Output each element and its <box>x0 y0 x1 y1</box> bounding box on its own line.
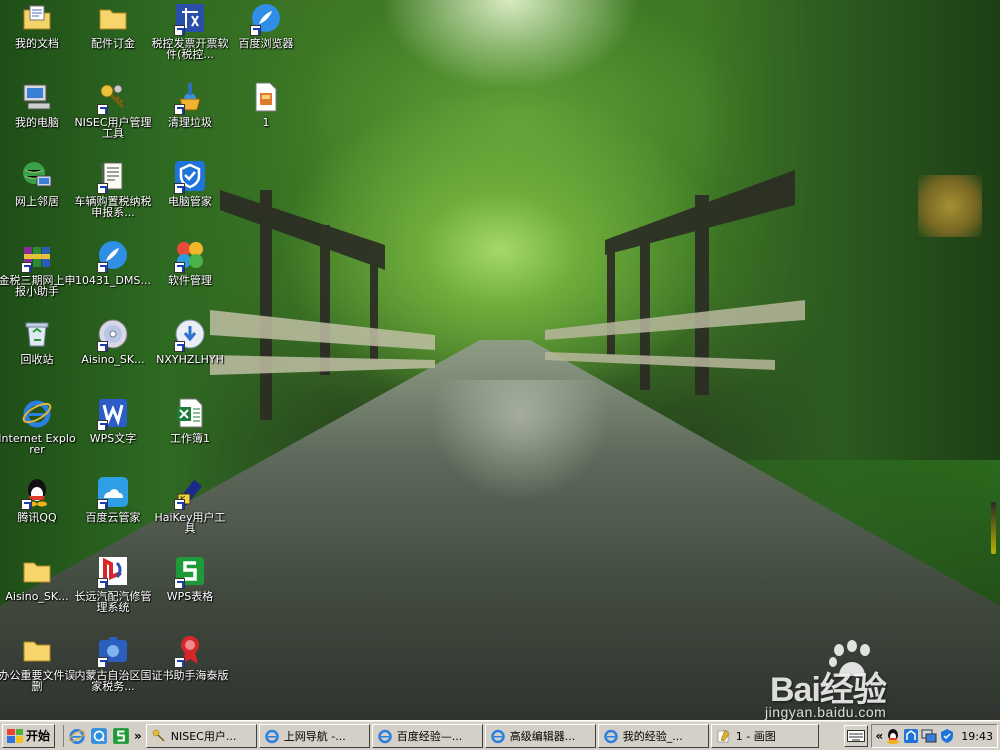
desktop-icon-pc-manager[interactable]: 电脑管家 <box>150 160 230 207</box>
ie-icon <box>21 397 53 429</box>
haikey-icon: K <box>174 476 206 510</box>
paint-icon <box>717 729 730 742</box>
clock[interactable]: 19:43 <box>961 730 993 743</box>
software-manager-icon <box>174 239 206 273</box>
certificate-icon <box>174 634 206 668</box>
watermark-url: jingyan.baidu.com <box>765 704 887 720</box>
notification-area: « 19:43 <box>870 724 998 748</box>
tax-invoice-icon <box>174 2 206 36</box>
desktop-icon-folder[interactable]: 配件订金 <box>73 2 153 49</box>
ie-icon[interactable] <box>68 727 86 745</box>
excel-icon <box>174 397 206 429</box>
tax-bureau-icon <box>97 634 129 668</box>
task-button-nisec[interactable]: NISEC用户... <box>145 723 257 748</box>
winrar-icon <box>21 239 53 273</box>
shield-tray-icon[interactable] <box>939 728 955 744</box>
task-button-paint[interactable]: 1 - 画图 <box>710 723 819 748</box>
desktop-icon-network[interactable]: 网上邻居 <box>0 160 77 207</box>
keys-icon <box>152 729 165 742</box>
compass-icon <box>97 239 129 273</box>
folder-icon <box>21 555 53 587</box>
desktop-icon-internet-explorer[interactable]: Internet Explorer <box>0 397 77 455</box>
desktop-icon-baidu-cloud[interactable]: 百度云管家 <box>73 476 153 523</box>
installer-icon <box>174 318 206 352</box>
network-icon <box>21 160 53 192</box>
task-button-baidu-jingyan[interactable]: 百度经验—... <box>371 723 483 748</box>
broom-icon <box>174 81 206 115</box>
recycle-bin-icon <box>21 318 53 350</box>
quick-launch-more[interactable]: » <box>134 729 142 743</box>
start-label: 开始 <box>26 729 51 743</box>
baidu-cloud-icon <box>97 476 129 510</box>
task-button-advanced-editor[interactable]: 高级编辑器... <box>484 723 596 748</box>
task-button-navigation[interactable]: 上网导航 -... <box>258 723 370 748</box>
desktop-icon-workbook[interactable]: 工作簿1 <box>150 397 230 444</box>
desktop-icon-clean-junk[interactable]: 清理垃圾 <box>150 81 230 128</box>
edge-scroll-indicator <box>991 502 996 554</box>
desktop-icon-baidu-browser[interactable]: 百度浏览器 <box>226 2 306 49</box>
windows-flag-icon <box>7 728 23 743</box>
desktop-icon-software-manager[interactable]: 软件管理 <box>150 239 230 286</box>
desktop-icon-qq[interactable]: 腾讯QQ <box>0 476 77 523</box>
desktop-icon-wps-writer[interactable]: WPS文字 <box>73 397 153 444</box>
bridge-railing-right <box>545 170 805 395</box>
desktop-icon-recycle-bin[interactable]: 回收站 <box>0 318 77 365</box>
desktop-icon-vehicle-tax[interactable]: 车辆购置税纳税申报系... <box>73 160 153 218</box>
desktop-icon-aisino[interactable]: Aisino_SK... <box>73 318 153 365</box>
keyboard-icon <box>846 730 865 742</box>
my-documents-icon <box>21 2 53 34</box>
desktop-icon-nisec-tool[interactable]: NISEC用户管理工具 <box>73 81 153 139</box>
desktop-icon-office-files[interactable]: 办公重要文件误删 <box>0 634 77 692</box>
wps-sheet-icon[interactable] <box>112 727 130 745</box>
start-button[interactable]: 开始 <box>2 723 56 748</box>
wps-writer-icon <box>97 397 129 431</box>
taskbar: 开始 » NISEC用户... 上网导航 -... 百度经验—... 高级编辑器… <box>0 720 1000 750</box>
ie-icon <box>491 729 505 743</box>
baidu-browser-icon <box>250 2 282 36</box>
keyboard-button[interactable] <box>843 725 868 747</box>
desktop-icon-haikey[interactable]: K HaiKey用户工具 <box>150 476 230 534</box>
folder-icon <box>97 2 129 34</box>
system-tray: « 19:43 <box>843 724 998 748</box>
desktop-icon-my-documents[interactable]: 我的文档 <box>0 2 77 49</box>
folder-icon <box>21 634 53 666</box>
desktop-icon-jinshui[interactable]: 金税三期网上申报小助手 <box>0 239 77 297</box>
desktop-icon-tax-invoice[interactable]: 税控发票开票软件(税控... <box>150 2 230 60</box>
task-list: NISEC用户... 上网导航 -... 百度经验—... 高级编辑器... 我… <box>145 723 821 748</box>
my-computer-icon <box>21 81 53 113</box>
ie-icon <box>378 729 392 743</box>
wps-sheet-icon <box>174 555 206 589</box>
desktop-icon-wps-sheet[interactable]: WPS表格 <box>150 555 230 602</box>
ie-icon <box>265 729 279 743</box>
keys-icon <box>97 81 129 115</box>
paint-file-icon <box>250 81 282 113</box>
quick-launch: » <box>63 724 142 747</box>
desktop-icon-file-1[interactable]: 1 <box>226 81 306 128</box>
qq-icon <box>21 476 53 510</box>
network-tray-icon[interactable] <box>903 728 919 744</box>
desktop-icon-dms[interactable]: 10431_DMS... <box>73 239 153 286</box>
task-button-my-experience[interactable]: 我的经验_... <box>597 723 709 748</box>
baidu-jingyan-watermark: Bai经验 jingyan.baidu.com <box>765 640 975 730</box>
desktop-icon-tax-bureau[interactable]: 内蒙古自治区国家税务... <box>73 634 153 692</box>
auto-parts-icon <box>97 555 129 589</box>
desktop-icon-my-computer[interactable]: 我的电脑 <box>0 81 77 128</box>
ie-icon <box>604 729 618 743</box>
desktop-icon-auto-parts[interactable]: 长远汽配汽修管理系统 <box>73 555 153 613</box>
qq-browser-icon[interactable] <box>90 727 108 745</box>
bridge-railing-left <box>210 190 435 420</box>
monitor-tray-icon[interactable] <box>921 728 937 744</box>
qq-tray-icon[interactable] <box>885 728 901 744</box>
desktop-icon-aisino-folder[interactable]: Aisino_SK... <box>0 555 77 602</box>
cd-icon <box>97 318 129 352</box>
desktop-icon-nxyhzlhyh[interactable]: NXYHZLHYH <box>150 318 230 365</box>
tray-expand-chevron[interactable]: « <box>876 729 884 743</box>
desktop-icon-cert-assistant[interactable]: 证书助手海泰版 <box>150 634 230 681</box>
shield-icon <box>174 160 206 194</box>
document-icon <box>97 160 129 194</box>
